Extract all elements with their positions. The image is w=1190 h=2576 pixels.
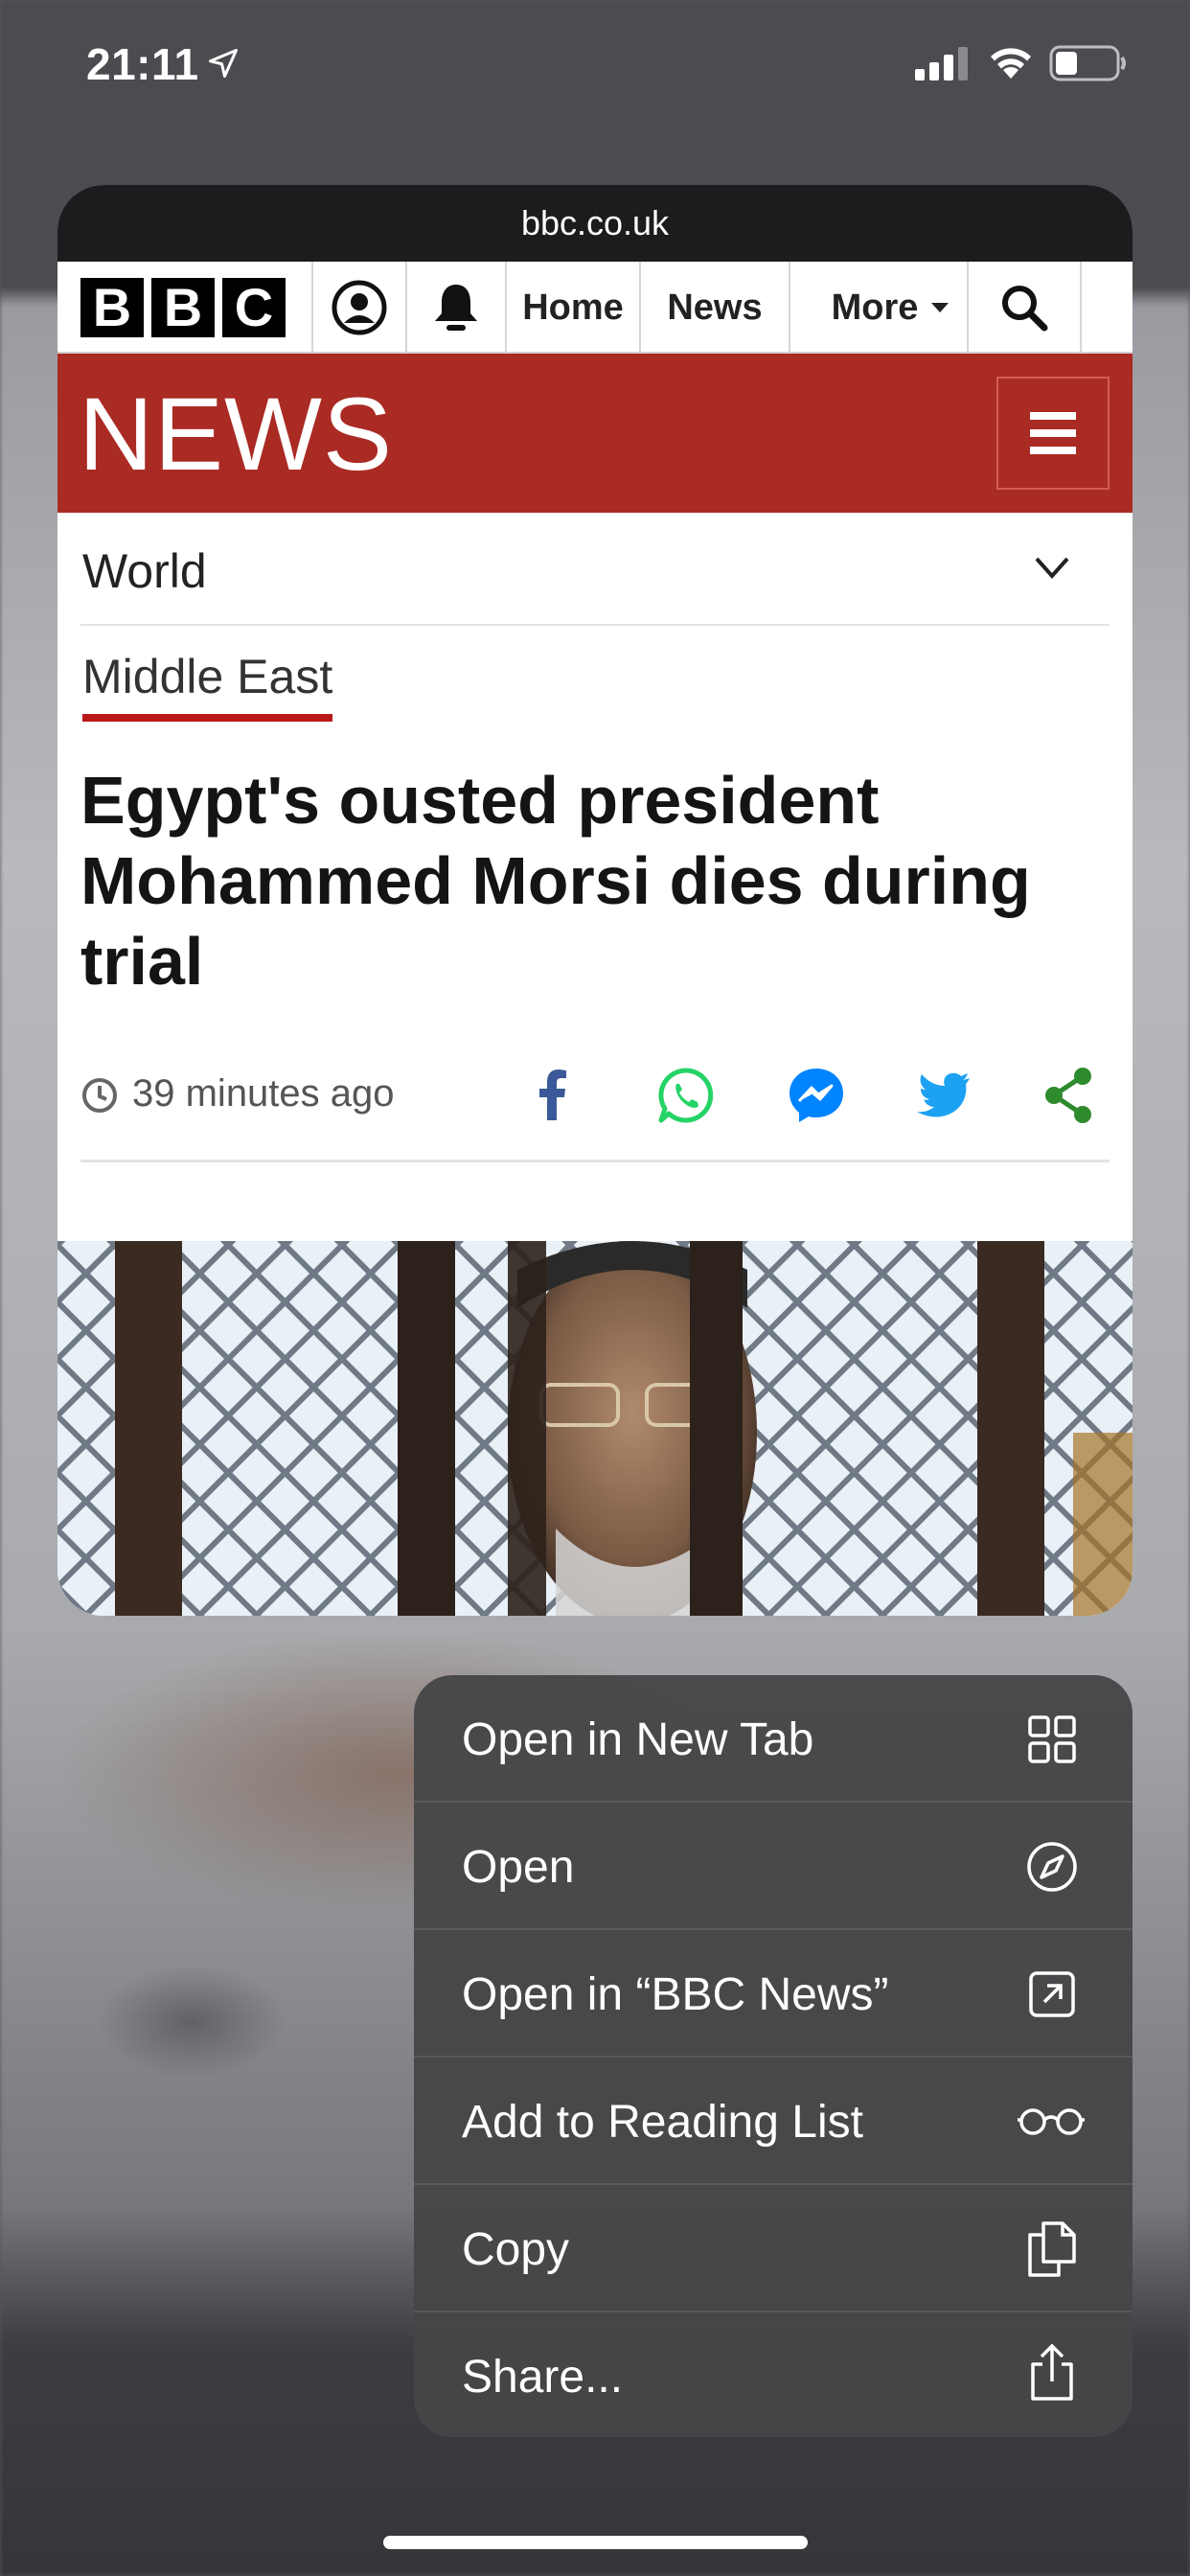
- home-indicator[interactable]: [383, 2536, 808, 2549]
- nav-home-link[interactable]: Home: [507, 262, 641, 354]
- caret-down-icon: [931, 303, 950, 312]
- menu-item-open-in-new-tab[interactable]: Open in New Tab: [414, 1675, 1133, 1803]
- link-preview[interactable]: bbc.co.uk B B C Home News More NEWS Worl…: [57, 185, 1133, 1616]
- search-button[interactable]: [969, 262, 1082, 354]
- status-time: 21:11: [86, 39, 199, 89]
- twitter-icon[interactable]: [912, 1065, 973, 1126]
- sub-section-tab[interactable]: Middle East: [80, 626, 1110, 722]
- glasses-icon: [1018, 2108, 1085, 2135]
- share-icon[interactable]: [1041, 1065, 1098, 1126]
- menu-line: [1030, 447, 1076, 454]
- chevron-down-icon: [1035, 557, 1069, 580]
- menu-line: [1030, 429, 1076, 437]
- article-headline: Egypt's ousted president Mohammed Morsi …: [80, 763, 1031, 999]
- whatsapp-icon[interactable]: [655, 1065, 717, 1126]
- menu-item-share[interactable]: Share...: [414, 2312, 1133, 2437]
- menu-item-add-to-reading-list[interactable]: Add to Reading List: [414, 2058, 1133, 2185]
- menu-item-copy[interactable]: Copy: [414, 2185, 1133, 2312]
- bell-icon: [435, 285, 477, 331]
- wifi-icon: [991, 48, 1031, 79]
- grid-icon: [1028, 1715, 1076, 1763]
- compass-icon: [1027, 1842, 1077, 1892]
- notifications-button[interactable]: [407, 262, 507, 354]
- menu-item-label: Share...: [462, 2352, 624, 2403]
- facebook-icon[interactable]: [527, 1065, 581, 1126]
- search-icon: [1002, 286, 1048, 332]
- article-meta: 39 minutes ago: [80, 1047, 1110, 1162]
- bbc-logo-letter: B: [80, 278, 144, 337]
- account-button[interactable]: [311, 262, 407, 354]
- nav-more-dropdown[interactable]: More: [790, 262, 969, 354]
- menu-item-label: Add to Reading List: [462, 2097, 863, 2148]
- menu-item-label: Open in New Tab: [462, 1714, 814, 1765]
- nav-news-label: News: [667, 287, 763, 328]
- context-menu: Open in New Tab Open Open in “BBC News” …: [414, 1675, 1133, 2437]
- account-icon: [332, 280, 387, 335]
- copy-icon: [1028, 2221, 1076, 2277]
- share-icon: [1031, 2343, 1073, 2401]
- hamburger-menu-button[interactable]: [996, 377, 1110, 490]
- sub-section-label: Middle East: [82, 649, 333, 722]
- open-external-icon: [1029, 1971, 1075, 2017]
- cellular-signal-icon: [915, 47, 968, 80]
- menu-item-label: Copy: [462, 2224, 570, 2275]
- news-banner: NEWS: [57, 354, 1133, 513]
- nav-home-label: Home: [522, 287, 624, 328]
- blurred-background-image-2: [96, 1965, 287, 2080]
- bbc-logo-letter: B: [151, 278, 215, 337]
- article-photo: [57, 1241, 1133, 1616]
- clock-icon: [82, 1078, 117, 1113]
- bbc-logo-letter: C: [222, 278, 286, 337]
- menu-item-label: Open: [462, 1842, 575, 1893]
- section-selector[interactable]: World: [80, 513, 1110, 626]
- article-timestamp: 39 minutes ago: [132, 1072, 395, 1115]
- menu-item-open-in-app[interactable]: Open in “BBC News”: [414, 1930, 1133, 2058]
- location-arrow-icon: [209, 49, 238, 78]
- article-photo-image: [57, 1241, 1133, 1616]
- bbc-logo[interactable]: B B C: [57, 262, 311, 354]
- news-brand: NEWS: [79, 376, 393, 492]
- menu-item-label: Open in “BBC News”: [462, 1969, 889, 2020]
- messenger-icon[interactable]: [786, 1065, 847, 1126]
- battery-icon: [1049, 45, 1126, 81]
- section-label: World: [82, 544, 207, 598]
- menu-item-open[interactable]: Open: [414, 1803, 1133, 1930]
- menu-line: [1030, 412, 1076, 420]
- nav-more-label: More: [831, 287, 919, 328]
- status-bar: 21:11: [0, 0, 1190, 134]
- preview-url: bbc.co.uk: [57, 185, 1133, 262]
- nav-news-link[interactable]: News: [641, 262, 790, 354]
- bbc-navigation-bar: B B C Home News More: [57, 262, 1133, 354]
